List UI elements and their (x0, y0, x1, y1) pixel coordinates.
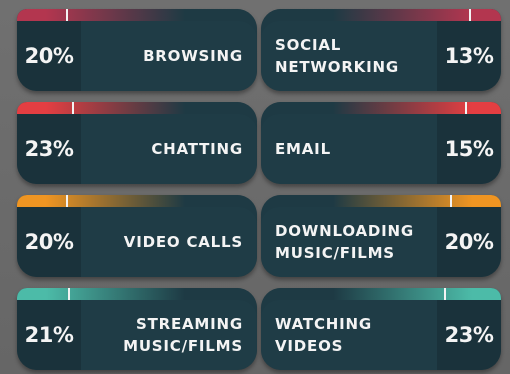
activity-card-email: 15% EMAIL (261, 102, 501, 184)
activity-label: SOCIAL NETWORKING (275, 36, 399, 76)
percent-value: 23% (24, 137, 74, 161)
infographic-grid: 20% BROWSING 13% SOCIAL NETWORKING 23% C… (0, 0, 510, 374)
activity-card-downloading: 20% DOWNLOADING MUSIC/FILMS (261, 195, 501, 277)
activity-label: EMAIL (275, 140, 331, 158)
percent-value: 20% (24, 44, 74, 68)
activity-label: CHATTING (151, 140, 243, 158)
activity-card-watching-videos: 23% WATCHING VIDEOS (261, 288, 501, 370)
percent-value: 15% (444, 137, 494, 161)
activity-label: DOWNLOADING MUSIC/FILMS (275, 222, 414, 262)
percent-value: 20% (444, 230, 494, 254)
activity-card-browsing: 20% BROWSING (17, 9, 257, 91)
percent-value: 21% (24, 323, 74, 347)
activity-label: STREAMING MUSIC/FILMS (123, 315, 243, 355)
percent-value: 23% (444, 323, 494, 347)
activity-label: VIDEO CALLS (123, 233, 243, 251)
activity-label: WATCHING VIDEOS (275, 315, 372, 355)
activity-card-video-calls: 20% VIDEO CALLS (17, 195, 257, 277)
activity-label: BROWSING (143, 47, 243, 65)
activity-card-streaming: 21% STREAMING MUSIC/FILMS (17, 288, 257, 370)
percent-value: 20% (24, 230, 74, 254)
activity-card-chatting: 23% CHATTING (17, 102, 257, 184)
activity-card-social-networking: 13% SOCIAL NETWORKING (261, 9, 501, 91)
percent-value: 13% (444, 44, 494, 68)
